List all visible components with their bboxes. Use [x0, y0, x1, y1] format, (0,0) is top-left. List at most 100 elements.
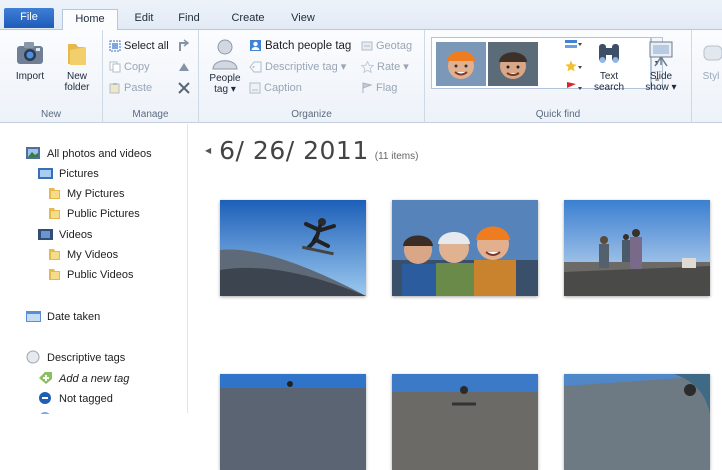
ribbon: Import New folder New Select all Copy Pa… — [0, 30, 722, 123]
nav-label: Add a new tag — [59, 373, 130, 385]
import-label: Import — [15, 71, 45, 82]
photo-gallery-icon — [26, 147, 40, 159]
nav-pictures[interactable]: Pictures — [38, 165, 99, 183]
ribbon-group-organize: People tag ▾ Batch people tag Geotag Des… — [199, 30, 425, 123]
slide-show-label-1: Slide — [649, 71, 673, 82]
folder-icon — [49, 249, 60, 260]
rotate-right-button[interactable] — [177, 59, 194, 75]
ribbon-group-new: Import New folder New — [0, 30, 103, 123]
copy-label: Copy — [124, 61, 150, 73]
photo-thumbnail[interactable] — [392, 200, 538, 296]
descriptive-tag-button[interactable]: Descriptive tag ▾ — [249, 59, 346, 75]
nav-videos[interactable]: Videos — [38, 226, 92, 244]
nav-label: Not tagged — [59, 393, 113, 405]
collapse-arrow-icon[interactable]: ◀ — [205, 146, 211, 155]
nav-more-tags-partial[interactable] — [38, 410, 59, 414]
nav-label: All photos and videos — [47, 148, 152, 160]
rating-filter-button[interactable] — [565, 59, 586, 75]
date-group-header[interactable]: ◀ 6/ 26/ 2011 (11 items) — [205, 136, 418, 165]
group-label-quick-find: Quick find — [535, 109, 581, 120]
select-all-icon — [109, 40, 121, 52]
ribbon-group-quick-find: ▲ ▼ ≡ Text search — [425, 30, 692, 123]
calendar-icon — [26, 311, 41, 322]
navigation-pane: All photos and videos Pictures My Pictur… — [0, 124, 188, 414]
nav-all-photos-and-videos[interactable]: All photos and videos — [26, 145, 152, 163]
geotag-button[interactable]: Geotag — [361, 38, 412, 54]
nav-my-pictures[interactable]: My Pictures — [48, 185, 124, 203]
star-filter-icon — [565, 60, 582, 72]
caption-icon — [249, 82, 261, 94]
new-folder-button[interactable]: New folder — [56, 38, 98, 93]
text-search-button[interactable]: Text search — [587, 38, 631, 93]
paste-button[interactable]: Paste — [109, 80, 152, 96]
people-tag-button[interactable]: People tag ▾ — [205, 38, 245, 95]
new-folder-label-2: folder — [64, 82, 90, 93]
photo-thumbnail[interactable] — [392, 374, 538, 470]
nav-label: Public Videos — [67, 269, 134, 281]
rate-button[interactable]: Rate ▾ — [360, 59, 409, 75]
flag-label: Flag — [376, 82, 398, 94]
descriptive-tag-label: Descriptive tag ▾ — [265, 61, 347, 73]
nav-public-videos[interactable]: Public Videos — [48, 266, 133, 284]
tag-icon — [249, 61, 262, 73]
tab-file[interactable]: File — [4, 8, 54, 28]
flag-button[interactable]: Flag — [361, 80, 397, 96]
rotate-left-icon — [179, 39, 190, 52]
ribbon-tab-bar: File Home Edit Find Create View — [0, 0, 722, 31]
geotag-icon — [361, 41, 373, 51]
photo-thumbnail[interactable] — [564, 374, 710, 470]
styles-icon — [703, 45, 722, 61]
nav-date-taken[interactable]: Date taken — [26, 308, 100, 326]
nav-label: Date taken — [47, 311, 101, 323]
person-thumbnail[interactable] — [436, 42, 486, 86]
styles-button[interactable]: Styl — [700, 38, 722, 82]
date-group-count: (11 items) — [374, 151, 419, 162]
slide-show-button[interactable]: Slide show ▾ — [639, 38, 683, 93]
caption-button[interactable]: Caption — [249, 80, 302, 96]
tab-view[interactable]: View — [282, 9, 324, 30]
nav-not-tagged[interactable]: Not tagged — [38, 390, 113, 408]
nav-my-videos[interactable]: My Videos — [48, 246, 118, 264]
group-label-manage: Manage — [132, 109, 169, 120]
nav-label: Videos — [59, 229, 93, 241]
rotate-left-button[interactable] — [177, 38, 194, 54]
batch-tag-icon — [250, 40, 261, 52]
person-thumbnail[interactable] — [488, 42, 538, 86]
star-icon — [360, 60, 375, 74]
copy-button[interactable]: Copy — [109, 59, 150, 75]
paste-label: Paste — [124, 82, 153, 94]
tab-edit[interactable]: Edit — [125, 9, 163, 30]
group-label-organize: Organize — [291, 109, 332, 120]
new-folder-label-1: New — [66, 71, 87, 82]
copy-icon — [109, 61, 121, 73]
people-tag-label-1: People — [209, 73, 241, 84]
date-group-label: 6/ 26/ 2011 — [219, 136, 369, 165]
nav-public-pictures[interactable]: Public Pictures — [48, 205, 140, 223]
folder-icon — [49, 269, 60, 280]
view-filter-button[interactable] — [565, 38, 586, 54]
videos-library-icon — [38, 229, 53, 240]
import-button[interactable]: Import — [8, 38, 52, 82]
batch-people-tag-button[interactable]: Batch people tag — [249, 38, 351, 54]
select-all-button[interactable]: Select all — [109, 38, 169, 54]
photo-thumbnail[interactable] — [220, 374, 366, 470]
folder-icon — [68, 44, 86, 65]
delete-button[interactable] — [177, 80, 194, 96]
tab-create[interactable]: Create — [218, 9, 278, 30]
binoculars-icon — [599, 44, 619, 63]
paste-icon — [109, 83, 120, 94]
people-icon — [212, 39, 238, 70]
photo-thumbnail[interactable] — [220, 200, 366, 296]
nav-descriptive-tags[interactable]: Descriptive tags — [26, 349, 125, 367]
nav-label: My Pictures — [67, 188, 125, 200]
folder-icon — [49, 208, 60, 219]
people-tag-label-2: tag ▾ — [214, 84, 236, 95]
add-tag-icon — [39, 372, 52, 384]
flag-filter-button[interactable] — [565, 80, 586, 96]
nav-add-new-tag[interactable]: Add a new tag — [38, 370, 129, 388]
nav-label: Public Pictures — [67, 208, 140, 220]
geotag-label: Geotag — [376, 40, 413, 52]
tab-home[interactable]: Home — [62, 9, 118, 31]
photo-thumbnail[interactable] — [564, 200, 710, 296]
tab-find[interactable]: Find — [168, 9, 210, 30]
